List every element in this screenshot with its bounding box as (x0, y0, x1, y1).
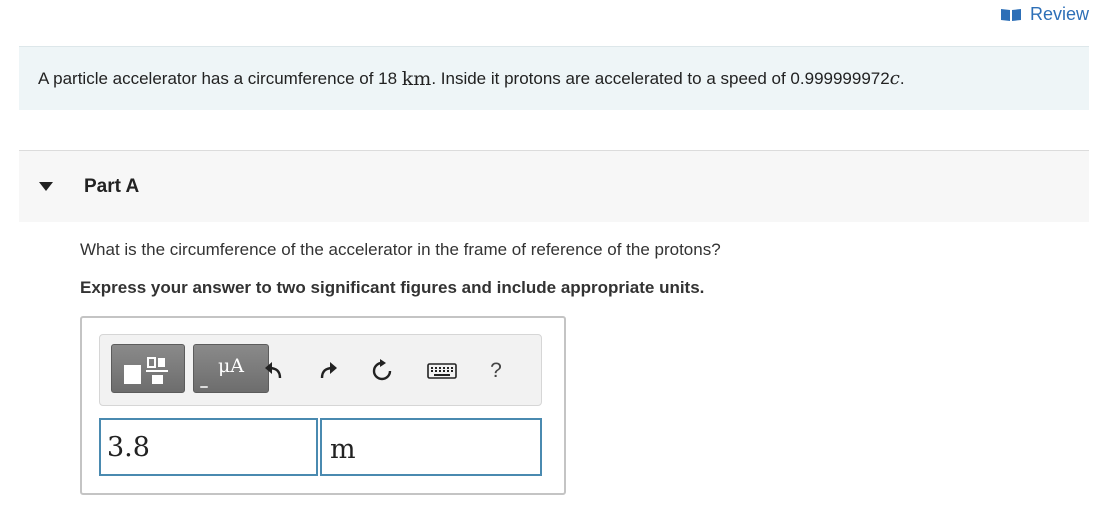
page: Review A particle accelerator has a circ… (0, 0, 1114, 508)
problem-text-3: . (899, 68, 905, 88)
help-button[interactable]: ? (482, 357, 510, 385)
templates-button[interactable] (111, 344, 185, 393)
answer-box: μA ? 3.8 m (80, 316, 566, 495)
review-label[interactable]: Review (1030, 4, 1089, 25)
problem-text-1: A particle accelerator has a circumferen… (38, 68, 402, 88)
instruction-text: Express your answer to two significant f… (80, 278, 705, 297)
answer-value: 3.8 (107, 431, 150, 463)
templates-icon (124, 357, 168, 384)
math-toolbar: μA ? (99, 334, 542, 406)
units-corner-mark (200, 386, 208, 388)
review-link[interactable]: Review (1000, 4, 1089, 25)
keyboard-icon[interactable] (426, 357, 458, 385)
unit-km: km (401, 67, 432, 90)
problem-statement: A particle accelerator has a circumferen… (19, 46, 1089, 110)
undo-icon[interactable] (260, 357, 288, 385)
book-icon (1000, 8, 1021, 21)
answer-unit: m (330, 433, 356, 465)
answer-unit-input[interactable]: m (320, 418, 542, 476)
reset-icon[interactable] (368, 357, 396, 385)
part-title: Part A (84, 175, 140, 197)
question-text: What is the circumference of the acceler… (80, 240, 721, 259)
answer-value-input[interactable]: 3.8 (99, 418, 318, 476)
redo-icon[interactable] (314, 357, 342, 385)
collapse-triangle-icon[interactable] (39, 182, 53, 191)
var-c: c (889, 68, 900, 89)
part-a-header[interactable]: Part A (19, 150, 1089, 222)
problem-text-2: . Inside it protons are accelerated to a… (431, 68, 890, 88)
units-button[interactable]: μA (193, 344, 269, 393)
units-label: μA (217, 355, 245, 377)
